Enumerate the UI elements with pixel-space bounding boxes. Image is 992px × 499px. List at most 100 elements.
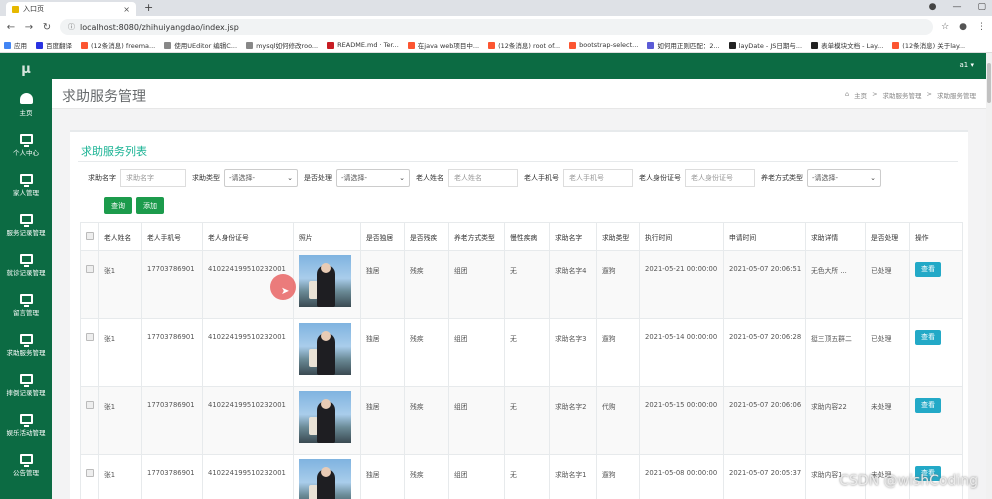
cell-name: 张1 [98,318,142,387]
tab-title: 入口页 [23,5,44,13]
query-button[interactable]: 查询 [104,197,132,214]
elder-id-input[interactable]: 老人身份证号 [685,169,755,187]
view-button[interactable]: 查看 [915,262,941,277]
elder-name-input[interactable]: 老人姓名 [448,169,518,187]
breadcrumb-section[interactable]: 求助服务管理 [883,90,922,100]
help-name-input[interactable]: 求助名字 [120,169,186,187]
scrollbar-thumb[interactable] [987,63,991,103]
tab-close-icon[interactable]: × [123,5,130,14]
row-checkbox[interactable] [86,469,94,477]
table-row: 张1 17703786901 410224199510232001 独居 残疾 组团无求助… [80,250,963,319]
sidebar-item[interactable]: 家人管理 [0,165,52,205]
row-checkbox[interactable] [86,401,94,409]
bookmark-label: (12条消息) root of... [498,42,561,50]
row-select-cell[interactable] [80,386,99,455]
sidebar-item[interactable]: 服务记录管理 [0,205,52,245]
browser-tab[interactable]: 入口页 × [6,2,136,16]
sidebar-item[interactable]: 摔倒记录管理 [0,365,52,405]
sidebar-item-label: 主页 [19,109,33,117]
page-scrollbar[interactable] [986,53,992,499]
bookmark-item[interactable]: (12条消息) freema... [81,40,155,50]
cell-disabled: 残疾 [404,386,449,455]
menu-icon[interactable]: ⋮ [977,22,986,32]
cell-exec-time: 2021-05-15 00:00:00 [639,386,724,455]
bookmark-item[interactable]: 表单模块文档 - Lay... [811,40,883,50]
cell-help-name: 求助名字2 [549,386,597,455]
sidebar-item-label: 个人中心 [13,148,39,157]
photo-cell [293,386,361,455]
bookmark-item[interactable]: layDate - JS日期与... [728,40,802,50]
sidebar-item-label: 娱乐活动管理 [6,428,46,437]
bookmark-item[interactable]: mysql如何修改roo... [246,40,318,50]
sidebar-item-label: 服务记录管理 [6,228,46,237]
cell-care: 组团 [448,318,505,387]
help-type-select[interactable]: -请选择- ⌄ [224,169,298,187]
action-cell: 查看 [909,386,963,455]
new-tab-icon[interactable]: + [144,1,153,14]
account-dot-icon[interactable]: ● [929,2,937,12]
cell-help-name: 求助名字3 [549,318,597,387]
row-select-cell[interactable] [80,318,99,387]
care-type-label: 养老方式类型 [761,174,803,182]
bookmark-item[interactable]: README.md · Ter... [327,41,399,49]
bookmark-item[interactable]: 百度翻译 [36,40,72,50]
cell-disabled: 残疾 [404,250,449,319]
elder-photo [299,391,351,443]
bookmark-item[interactable]: bootstrap-select... [569,41,638,49]
sidebar-item[interactable]: 留言管理 [0,285,52,325]
processed-select[interactable]: -请选择- ⌄ [336,169,410,187]
column-header: 老人手机号 [141,222,203,251]
column-header: 是否残疾 [404,222,449,251]
bookmark-item[interactable]: (12条消息) root of... [488,40,560,50]
row-select-cell[interactable] [80,454,99,499]
bookmark-item[interactable]: 在java web项目中... [407,40,479,50]
breadcrumb: ⌂ 主页 > 求助服务管理 > 求助服务管理 [845,90,976,100]
row-checkbox[interactable] [86,333,94,341]
bookmark-favicon-icon [36,41,43,49]
bookmark-item[interactable]: 如何用正则匹配：2... [647,40,720,50]
cell-alone: 独居 [360,454,405,499]
forward-icon[interactable]: → [24,22,34,33]
select-all-cell[interactable] [80,222,99,251]
star-icon[interactable]: ☆ [941,22,949,32]
cell-disease: 无 [504,454,550,499]
sidebar-item[interactable]: 公告管理 [0,445,52,485]
monitor-icon [19,333,33,347]
select-all-checkbox[interactable] [86,231,94,240]
info-icon[interactable]: ⓘ [68,22,75,32]
bookmark-item[interactable]: (12条消息) 关于lay... [892,40,965,50]
reload-icon[interactable]: ↻ [42,22,52,33]
care-type-select[interactable]: -请选择- ⌄ [807,169,881,187]
sidebar-item[interactable]: 娱乐活动管理 [0,405,52,445]
bookmark-item[interactable]: 使用UEditor 编辑C... [164,40,237,50]
back-icon[interactable]: ← [6,22,16,33]
dashboard-icon [19,93,33,104]
profile-icon[interactable]: ● [959,22,967,32]
tab-favicon-icon [12,5,19,13]
breadcrumb-home[interactable]: 主页 [854,90,867,100]
home-icon: ⌂ [844,90,850,98]
cell-phone: 17703786901 [141,318,203,387]
row-select-cell[interactable] [80,250,99,319]
maximize-icon[interactable]: ▢ [977,2,986,12]
url-field[interactable]: ⓘ localhost:8080/zhihuiyangdao/index.jsp [60,19,934,35]
cell-detail: 挺三顶五群二 [805,318,866,387]
sidebar-item[interactable]: 就诊记录管理 [0,245,52,285]
sidebar-item[interactable]: 主页 [0,85,52,125]
cell-help-type: 遛狗 [596,318,640,387]
cell-phone: 17703786901 [141,250,203,319]
minimize-icon[interactable]: — [952,2,961,12]
sidebar-item[interactable]: 个人中心 [0,125,52,165]
sidebar-item[interactable]: 求助服务管理 [0,325,52,365]
user-menu[interactable]: a1 ▾ [960,61,974,69]
add-button[interactable]: 添加 [136,197,164,214]
cell-id-no: 410224199510232001 [202,318,294,387]
view-button[interactable]: 查看 [915,398,941,413]
elder-phone-label: 老人手机号 [524,174,559,182]
bookmark-item[interactable]: 应用 [4,40,27,50]
sidebar-item-label: 公告管理 [13,468,39,477]
row-checkbox[interactable] [86,265,94,273]
view-button[interactable]: 查看 [915,330,941,345]
elder-phone-input[interactable]: 老人手机号 [563,169,633,187]
elder-id-label: 老人身份证号 [639,174,681,182]
